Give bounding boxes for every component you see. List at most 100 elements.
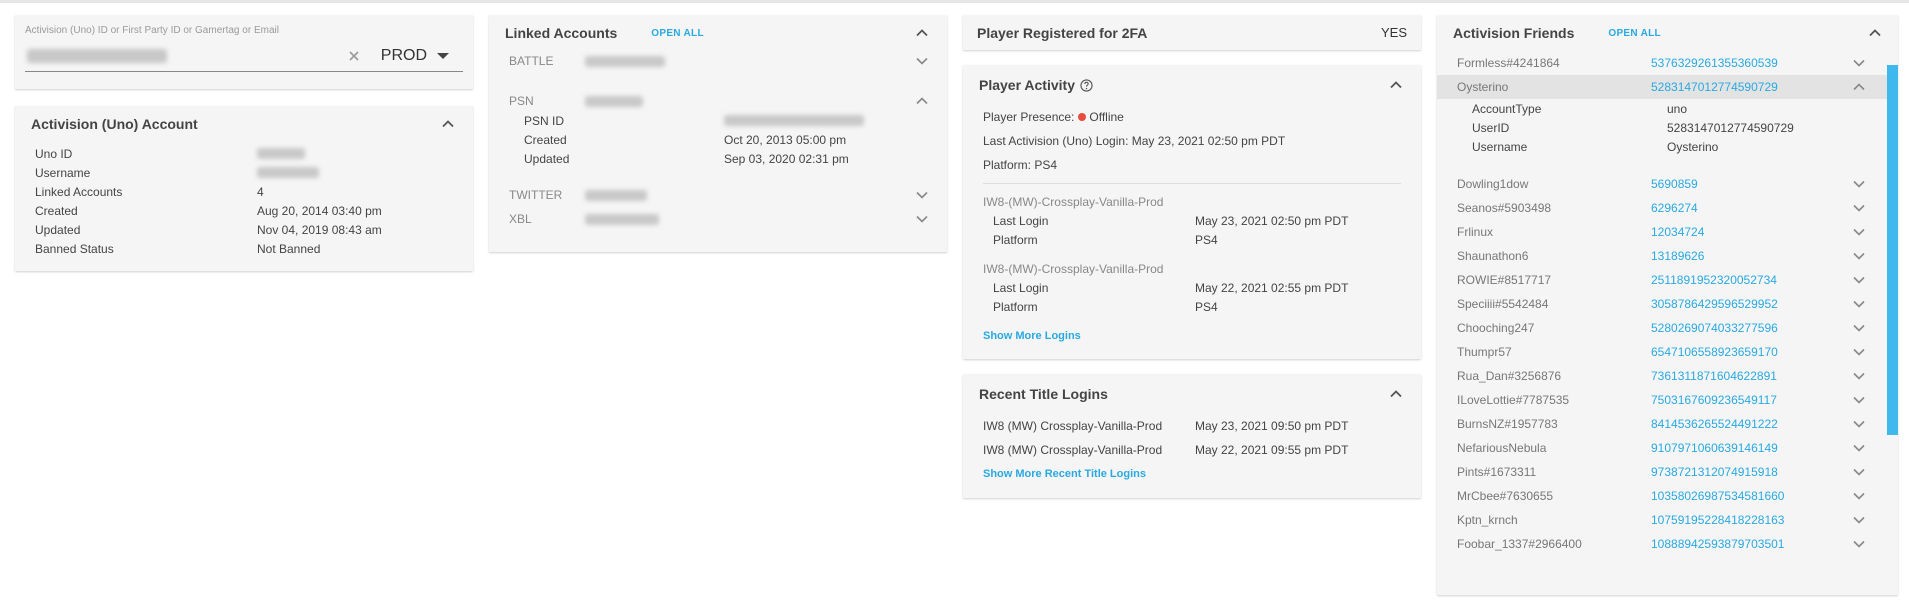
chevron-up-icon[interactable]	[1850, 78, 1868, 96]
search-input[interactable]: PROD	[25, 40, 463, 72]
friend-name: Dowling1dow	[1457, 177, 1529, 191]
tfa-card: Player Registered for 2FA YES	[963, 15, 1421, 50]
linked-twitter-row[interactable]: TWITTER	[489, 185, 947, 205]
show-more-logins-link[interactable]: Show More Logins	[983, 330, 1401, 342]
friend-id-link[interactable]: 5280269074033277596	[1651, 321, 1778, 335]
friend-id-link[interactable]: 5690859	[1651, 177, 1698, 191]
chevron-down-icon[interactable]	[1850, 175, 1868, 193]
uno-account-header[interactable]: Activision (Uno) Account	[15, 106, 473, 142]
chevron-up-icon[interactable]	[913, 92, 931, 110]
linked-open-all-button[interactable]: OPEN ALL	[651, 28, 704, 39]
friends-open-all-button[interactable]: OPEN ALL	[1608, 28, 1661, 39]
friend-row[interactable]: ILoveLottie#7787535 7503167609236549117	[1437, 388, 1898, 412]
chevron-up-icon[interactable]	[439, 115, 457, 133]
friend-id-link[interactable]: 10759195228418228163	[1651, 513, 1784, 527]
friend-row[interactable]: Seanos#5903498 6296274	[1437, 196, 1898, 220]
friend-id-link[interactable]: 7361311871604622891	[1651, 369, 1777, 383]
chevron-down-icon[interactable]	[1850, 54, 1868, 72]
chevron-down-icon[interactable]	[1850, 367, 1868, 385]
show-more-recent-title-logins-link[interactable]: Show More Recent Title Logins	[983, 468, 1401, 480]
psn-created-row: Created Oct 20, 2013 05:00 pm	[489, 130, 947, 149]
friend-row[interactable]: Pints#1673311 9738721312074915918	[1437, 460, 1898, 484]
friends-scrollbar[interactable]	[1887, 65, 1898, 435]
chevron-down-icon[interactable]	[1850, 295, 1868, 313]
chevron-down-icon[interactable]	[1850, 271, 1868, 289]
friend-detail-row: Username Oysterino	[1437, 137, 1898, 156]
friend-row[interactable]: Dowling1dow 5690859	[1437, 172, 1898, 196]
friend-id-link[interactable]: 10888942593879703501	[1651, 537, 1784, 551]
chevron-up-icon[interactable]	[1387, 385, 1405, 403]
chevron-down-icon[interactable]	[1850, 391, 1868, 409]
friend-id-link[interactable]: 6547106558923659170	[1651, 345, 1778, 359]
player-activity-header[interactable]: Player Activity	[963, 65, 1421, 105]
friend-row[interactable]: Shaunathon6 13189626	[1437, 244, 1898, 268]
recent-more-wrap: Show More Recent Title Logins	[963, 462, 1421, 480]
chevron-down-icon[interactable]	[1850, 343, 1868, 361]
chevron-down-icon[interactable]	[1850, 511, 1868, 529]
friend-row[interactable]: BurnsNZ#1957783 8414536265524491222	[1437, 412, 1898, 436]
environment-select[interactable]: PROD	[381, 47, 449, 65]
psn-updated-row: Updated Sep 03, 2020 02:31 pm	[489, 149, 947, 168]
chevron-down-icon[interactable]	[1850, 463, 1868, 481]
friend-row[interactable]: Frlinux 12034724	[1437, 220, 1898, 244]
friend-row[interactable]: Formless#4241864 5376329261355360539	[1437, 51, 1898, 75]
friend-name: Frlinux	[1457, 225, 1494, 239]
friend-row[interactable]: ROWIE#8517717 2511891952320052734	[1437, 268, 1898, 292]
friend-row[interactable]: Thumpr57 6547106558923659170	[1437, 340, 1898, 364]
friend-id-link[interactable]: 10358026987534581660	[1651, 489, 1784, 503]
divider	[983, 183, 1401, 184]
friends-column: Activision Friends OPEN ALL Formless#424…	[1437, 15, 1898, 595]
chevron-down-icon[interactable]	[913, 210, 931, 228]
linked-battle-row[interactable]: BATTLE	[489, 51, 947, 71]
friend-id-link[interactable]: 9738721312074915918	[1651, 465, 1778, 479]
friend-id-link[interactable]: 5376329261355360539	[1651, 56, 1778, 70]
chevron-down-icon[interactable]	[1850, 319, 1868, 337]
username-label: Username	[35, 165, 91, 180]
clear-icon[interactable]	[347, 49, 361, 63]
title-last-login-row: Last Login May 22, 2021 02:55 pm PDT	[983, 278, 1401, 297]
psn-updated-value: Sep 03, 2020 02:31 pm	[724, 151, 849, 166]
chevron-down-icon[interactable]	[913, 186, 931, 204]
friend-row[interactable]: Oysterino 5283147012774590729	[1437, 75, 1898, 99]
linked-psn-row[interactable]: PSN	[489, 91, 947, 111]
help-icon[interactable]	[1080, 78, 1093, 92]
friend-row[interactable]: Rua_Dan#3256876 7361311871604622891	[1437, 364, 1898, 388]
chevron-down-icon[interactable]	[1850, 439, 1868, 457]
friend-row[interactable]: Kptn_krnch 10759195228418228163	[1437, 508, 1898, 532]
friend-row[interactable]: NefariousNebula 9107971060639146149	[1437, 436, 1898, 460]
friend-row[interactable]: Foobar_1337#2966400 10888942593879703501	[1437, 532, 1898, 556]
chevron-up-icon[interactable]	[1387, 76, 1405, 94]
friend-name: MrCbee#7630655	[1457, 489, 1554, 503]
recent-title-logins-header[interactable]: Recent Title Logins	[963, 374, 1421, 414]
chevron-down-icon[interactable]	[1850, 223, 1868, 241]
chevron-up-icon[interactable]	[913, 24, 931, 42]
friend-id-link[interactable]: 8414536265524491222	[1651, 417, 1778, 431]
friend-row[interactable]: Chooching247 5280269074033277596	[1437, 316, 1898, 340]
title-platform-value: PS4	[1195, 299, 1218, 314]
last-uno-login-value: May 23, 2021 02:50 pm PDT	[1131, 134, 1286, 148]
friend-row[interactable]: Speciiii#5542484 3058786429596529952	[1437, 292, 1898, 316]
chevron-down-icon[interactable]	[913, 52, 931, 70]
friend-id-link[interactable]: 6296274	[1651, 201, 1698, 215]
chevron-down-icon[interactable]	[1850, 199, 1868, 217]
friend-id-link[interactable]: 13189626	[1651, 249, 1704, 263]
linked-xbl-row[interactable]: XBL	[489, 209, 947, 229]
friend-id-link[interactable]: 2511891952320052734	[1651, 273, 1777, 287]
linked-accounts-header: Linked Accounts OPEN ALL	[489, 15, 947, 51]
friend-id-link[interactable]: 3058786429596529952	[1651, 297, 1778, 311]
friend-id-link[interactable]: 5283147012774590729	[1651, 80, 1778, 94]
chevron-down-icon[interactable]	[1850, 247, 1868, 265]
uno-account-title: Activision (Uno) Account	[31, 116, 198, 132]
friend-id-link[interactable]: 7503167609236549117	[1651, 393, 1777, 407]
chevron-down-icon[interactable]	[1850, 487, 1868, 505]
search-value-redacted[interactable]	[27, 48, 167, 63]
recent-title-logins-title: Recent Title Logins	[979, 386, 1108, 402]
friend-id-link[interactable]: 12034724	[1651, 225, 1704, 239]
chevron-up-icon[interactable]	[1866, 24, 1884, 42]
friend-id-link[interactable]: 9107971060639146149	[1651, 441, 1778, 455]
chevron-down-icon[interactable]	[1850, 415, 1868, 433]
chevron-down-icon[interactable]	[1850, 535, 1868, 553]
left-column: Activision (Uno) ID or First Party ID or…	[15, 15, 473, 271]
friend-row[interactable]: MrCbee#7630655 10358026987534581660	[1437, 484, 1898, 508]
